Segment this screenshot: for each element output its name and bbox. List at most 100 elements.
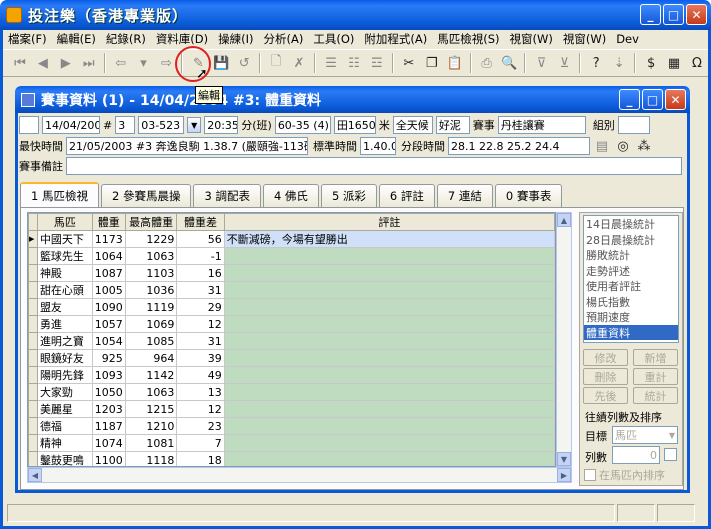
first-record-icon[interactable]: ⏮ (9, 52, 31, 74)
filter-icon[interactable]: ⊽ (530, 52, 552, 74)
insert-row-icon[interactable]: ☰ (320, 52, 342, 74)
print-preview-icon[interactable]: 🔍 (499, 52, 521, 74)
list-item[interactable]: 預期速度 (584, 309, 678, 325)
list-item[interactable]: 使用者評註 (584, 278, 678, 294)
menu-analysis[interactable]: 分析(A) (259, 31, 309, 47)
notes-icon[interactable]: ▤ (593, 137, 611, 155)
tab-morning-workout[interactable]: 2 參賽馬晨操 (100, 184, 192, 207)
tab-fok[interactable]: 4 佛氏 (262, 184, 319, 207)
scroll-left-icon[interactable]: ◀ (28, 468, 42, 482)
tab-dividends[interactable]: 5 派彩 (320, 184, 377, 207)
col-horse[interactable]: 馬匹 (36, 213, 93, 231)
tab-allocation[interactable]: 3 調配表 (193, 184, 261, 207)
race-code-dropdown-icon[interactable]: ▼ (187, 117, 202, 133)
next-record-icon[interactable]: ▶ (55, 52, 77, 74)
horse-cell[interactable]: 中國天下 (36, 230, 93, 248)
comment-cell[interactable] (223, 349, 555, 367)
close-button[interactable]: ✕ (686, 4, 707, 25)
fastest-time-field[interactable]: 21/05/2003 #3 奔逸良駒 1.38.7 (嚴頤強-113磅) (66, 137, 308, 155)
table-row[interactable]: 籃球先生 1064 1063 -1 (28, 247, 555, 265)
menu-horse-view[interactable]: 馬匹檢視(S) (432, 31, 504, 47)
standard-time-field[interactable]: 1.40.0 (360, 137, 396, 155)
horse-cell[interactable]: 進明之寶 (36, 332, 93, 350)
prev-record-icon[interactable]: ◀ (32, 52, 54, 74)
horse-cell[interactable]: 精神 (36, 434, 93, 452)
weight-cell[interactable]: 1057 (91, 315, 126, 333)
cut-icon[interactable]: ✂ (398, 52, 420, 74)
grid-vertical-scrollbar[interactable]: ▲ ▼ (556, 212, 572, 467)
comment-cell[interactable] (223, 298, 555, 316)
weather-field[interactable]: 全天候 (392, 116, 433, 134)
child-minimize-button[interactable]: _ (619, 89, 640, 110)
max-weight-cell[interactable]: 1069 (124, 315, 178, 333)
back-icon[interactable]: ⇦ (110, 52, 132, 74)
horse-cell[interactable]: 陽明先鋒 (36, 366, 93, 384)
table-row[interactable]: 盟友 1090 1119 29 (28, 298, 555, 316)
undo-icon[interactable]: ↺ (233, 52, 255, 74)
sort-in-horse-checkbox[interactable] (584, 469, 596, 481)
append-row-icon[interactable]: ☷ (343, 52, 365, 74)
weight-diff-cell[interactable]: 13 (176, 383, 225, 401)
table-row[interactable]: 眼鏡好友 925 964 39 (28, 349, 555, 367)
filter-clear-icon[interactable]: ⊻ (553, 52, 575, 74)
split-time-field[interactable]: 28.1 22.8 25.2 24.4 (448, 137, 590, 155)
max-weight-cell[interactable]: 1215 (124, 400, 178, 418)
edit-button[interactable]: 修改 (583, 349, 628, 366)
tab-horse-view[interactable]: 1 馬匹檢視 (20, 182, 99, 207)
horse-cell[interactable]: 籃球先生 (36, 247, 93, 265)
group-field[interactable] (617, 116, 650, 134)
weight-cell[interactable]: 1005 (91, 281, 126, 299)
max-weight-cell[interactable]: 1103 (124, 264, 178, 282)
weight-cell[interactable]: 925 (91, 349, 126, 367)
child-maximize-button[interactable]: □ (642, 89, 663, 110)
max-weight-cell[interactable]: 1210 (124, 417, 178, 435)
weight-cell[interactable]: 1100 (91, 451, 126, 466)
horseshoe-icon[interactable]: Ω (686, 52, 708, 74)
list-item[interactable]: 28日晨操統計 (584, 232, 678, 248)
table-row[interactable]: 鑿鼓更鳴 1100 1118 18 (28, 451, 555, 466)
table-row[interactable]: 大家勁 1050 1063 13 (28, 383, 555, 401)
weight-cell[interactable]: 1187 (91, 417, 126, 435)
weight-cell[interactable]: 1090 (91, 298, 126, 316)
table-row[interactable]: 德福 1187 1210 23 (28, 417, 555, 435)
class-field[interactable]: 60-35 (4) (274, 116, 331, 134)
menu-dev[interactable]: Dev (611, 32, 644, 46)
help-icon[interactable]: ? (585, 52, 607, 74)
weight-cell[interactable]: 1074 (91, 434, 126, 452)
row-selector[interactable] (28, 349, 38, 367)
stats-button[interactable]: 統計 (633, 387, 678, 404)
weight-cell[interactable]: 1093 (91, 366, 126, 384)
new-doc-icon[interactable]: 🗋 (265, 52, 287, 74)
save-icon[interactable]: 💾 (210, 52, 232, 74)
table-row[interactable]: 進明之寶 1054 1085 31 (28, 332, 555, 350)
maximize-button[interactable]: □ (663, 4, 684, 25)
paste-icon[interactable]: 📋 (444, 52, 466, 74)
max-weight-cell[interactable]: 1036 (124, 281, 178, 299)
row-selector[interactable] (28, 451, 38, 466)
weight-diff-cell[interactable]: 31 (176, 332, 225, 350)
horse-cell[interactable]: 神殿 (36, 264, 93, 282)
comment-cell[interactable] (223, 400, 555, 418)
print-icon[interactable]: ⎙ (476, 52, 498, 74)
max-weight-cell[interactable]: 1229 (124, 230, 178, 248)
comment-cell[interactable] (223, 366, 555, 384)
max-weight-cell[interactable]: 1063 (124, 247, 178, 265)
row-selector[interactable] (28, 383, 38, 401)
network-icon[interactable]: ⁂ (635, 137, 653, 155)
menu-record[interactable]: 紀錄(R) (101, 31, 151, 47)
max-weight-cell[interactable]: 1142 (124, 366, 178, 384)
comment-cell[interactable] (223, 281, 555, 299)
last-record-icon[interactable]: ⏭ (78, 52, 100, 74)
row-selector[interactable] (28, 366, 38, 384)
table-row[interactable]: 陽明先鋒 1093 1142 49 (28, 366, 555, 384)
weight-diff-cell[interactable]: 56 (176, 230, 225, 248)
scroll-down-icon[interactable]: ▼ (557, 452, 571, 466)
weight-cell[interactable]: 1050 (91, 383, 126, 401)
list-item[interactable]: 楊氏指數 (584, 294, 678, 310)
max-weight-cell[interactable]: 1081 (124, 434, 178, 452)
recalc-button[interactable]: 重計 (633, 368, 678, 385)
weight-cell[interactable]: 1087 (91, 264, 126, 282)
count-checkbox[interactable] (664, 448, 677, 461)
comment-cell[interactable] (223, 264, 555, 282)
row-selector[interactable] (28, 417, 38, 435)
